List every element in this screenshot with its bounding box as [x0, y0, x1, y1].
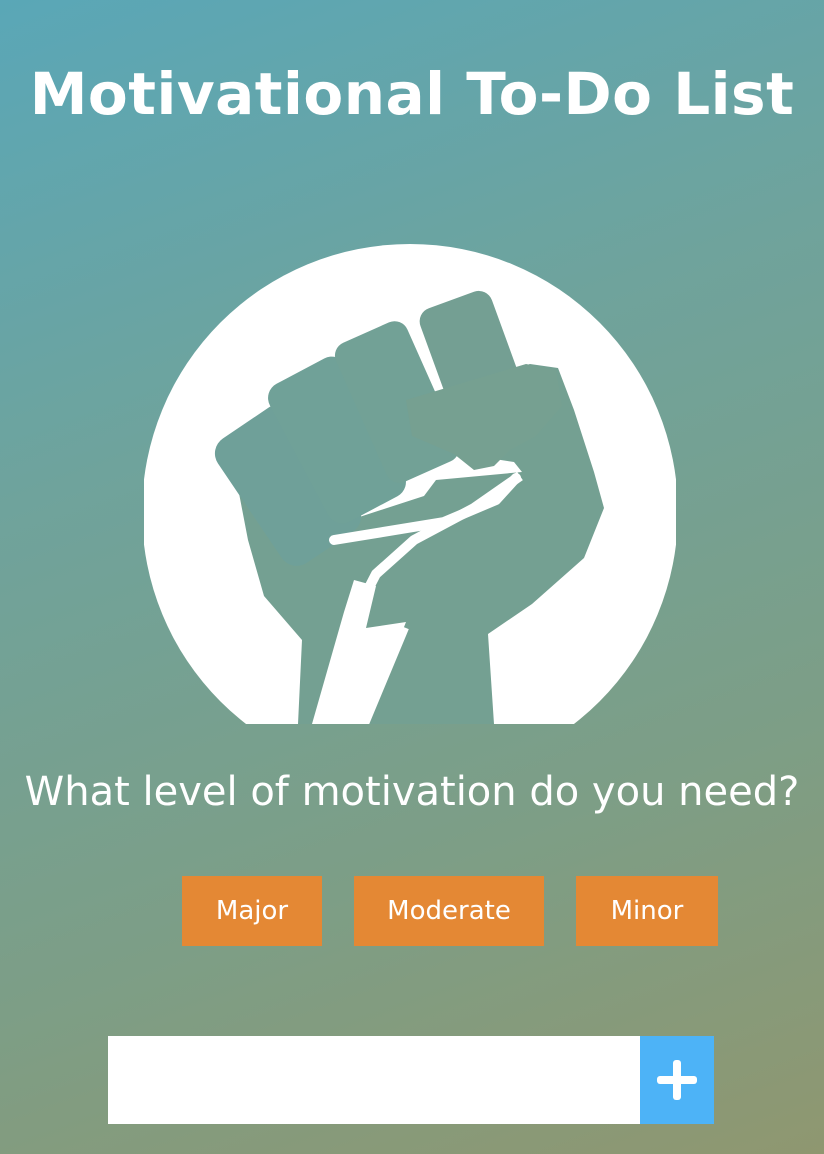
plus-icon: [657, 1060, 697, 1100]
raised-fist-icon: [144, 244, 676, 724]
page-title: Motivational To-Do List: [29, 60, 795, 128]
add-task-button[interactable]: [640, 1036, 714, 1124]
major-button[interactable]: Major: [182, 876, 322, 946]
minor-button[interactable]: Minor: [576, 876, 718, 946]
task-input[interactable]: [108, 1036, 640, 1124]
moderate-button[interactable]: Moderate: [354, 876, 544, 946]
motivation-question: What level of motivation do you need?: [24, 769, 800, 815]
